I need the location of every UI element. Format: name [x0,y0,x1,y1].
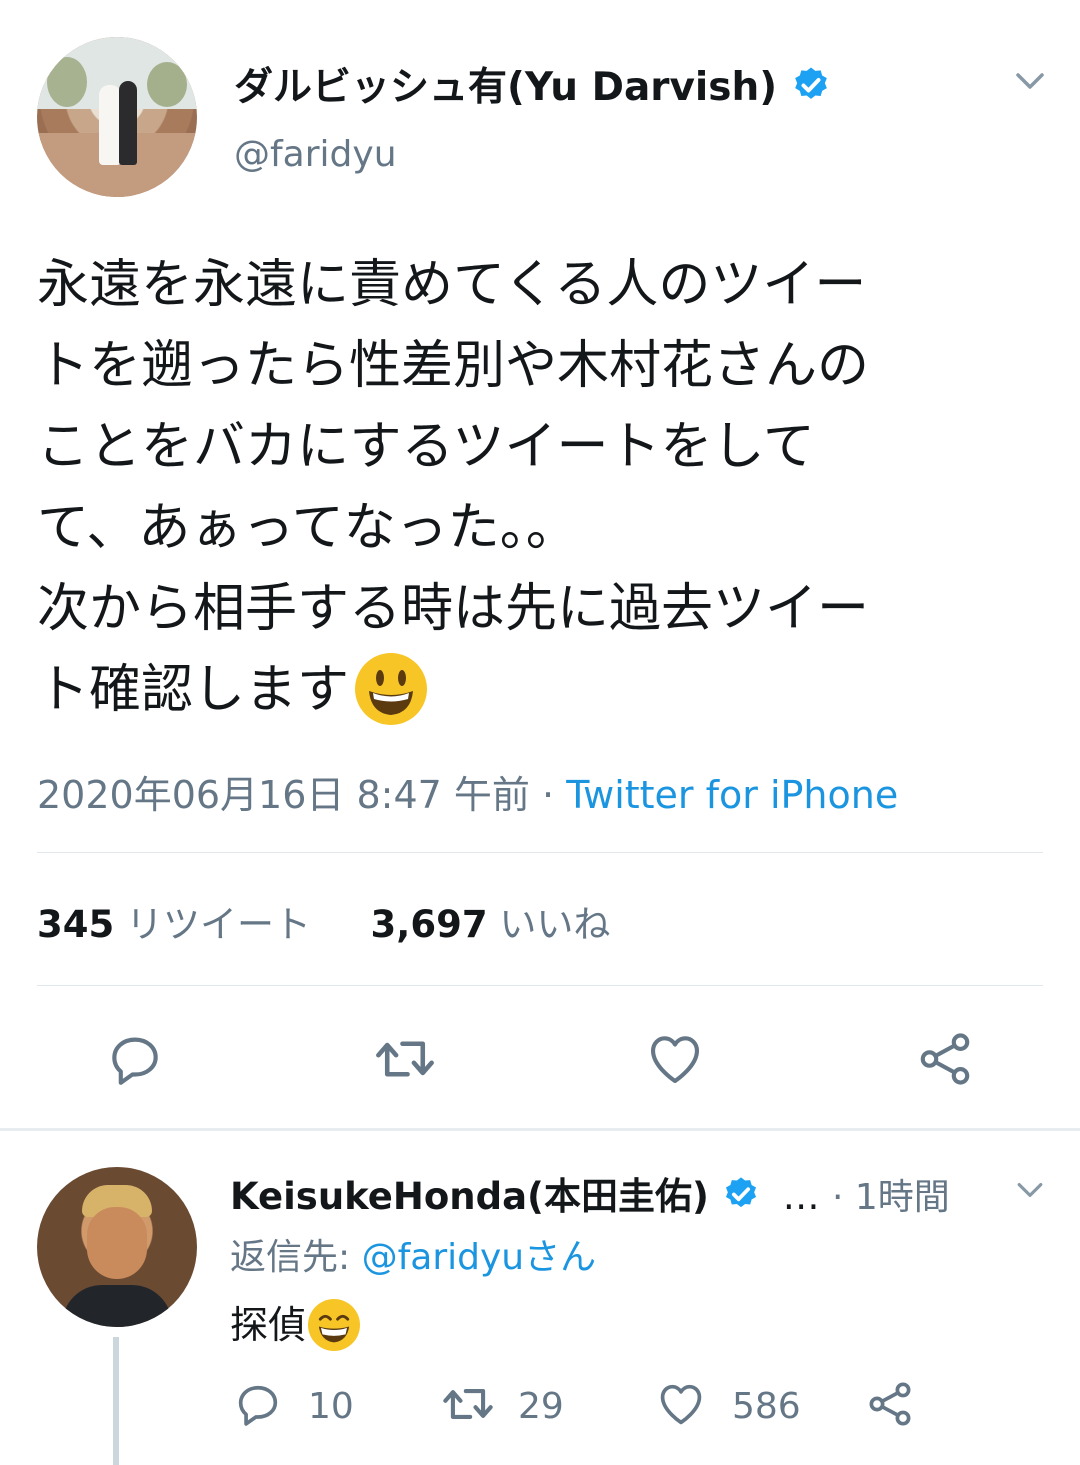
reply-count: 10 [308,1385,354,1427]
author-handle[interactable]: @faridyu [234,134,397,175]
heart-icon[interactable] [644,1028,706,1090]
author-name[interactable]: ダルビッシュ有(Yu Darvish) [234,65,777,110]
tweet-text-line: トを遡ったら性差別や木村花さんの [37,336,870,396]
grin-emoji [308,1298,361,1351]
tweet-text-line: 永遠を永遠に責めてくる人のツイー [37,255,867,315]
retweet-count: 29 [518,1385,564,1427]
reply-time[interactable]: · 1時間 [832,1168,950,1220]
divider [37,985,1043,986]
share-icon[interactable] [914,1028,976,1090]
heart-icon[interactable] [654,1378,708,1434]
like-label: いいね [499,903,611,946]
reply-author-avatar[interactable] [37,1167,197,1327]
tweet-timestamp[interactable]: 2020年06月16日 8:47 午前 [37,773,530,817]
tweet-text: 永遠を永遠に責めてくる人のツイー トを遡ったら性差別や木村花さんの ことをバカに… [37,245,1047,731]
reply-text-content: 探偵 [230,1303,307,1347]
chevron-down-icon[interactable] [1010,64,1050,102]
retweet-stat[interactable]: 345 リツイート [37,903,311,946]
reply-to-prefix: 返信先: [230,1237,351,1278]
like-stat[interactable]: 3,697 いいね [371,903,611,946]
thread-line [113,1337,119,1465]
tweet-text-line: ことをバカにするツイートをして [37,417,815,477]
section-separator [0,1128,1080,1131]
reply-text: 探偵 [230,1294,361,1354]
retweet-icon[interactable] [372,1028,438,1090]
verified-badge-icon [722,1175,760,1222]
tweet-stats: 345 リツイート 3,697 いいね [37,894,610,948]
reply-author-row[interactable]: KeisukeHonda(本田圭佑) … [230,1166,820,1222]
tweet-text-line: て、あぁってなった。。 [37,498,578,558]
author-name-row[interactable]: ダルビッシュ有(Yu Darvish) [234,56,831,115]
divider [37,852,1043,853]
tweet-text-line: 次から相手する時は先に過去ツイー [37,579,870,639]
reply-icon[interactable] [232,1378,284,1434]
like-count: 3,697 [370,903,488,946]
like-action[interactable]: 586 [654,1378,801,1434]
retweet-action[interactable]: 29 [440,1378,564,1434]
tweet-text-segment: ト確認します [37,660,350,720]
reply-icon[interactable] [104,1028,166,1090]
tweet-meta: 2020年06月16日 8:47 午前 · Twitter for iPhone [37,764,898,819]
verified-badge-icon [791,65,831,115]
name-ellipsis: … [782,1175,820,1218]
chevron-down-icon[interactable] [1012,1174,1048,1210]
reply-to-handle[interactable]: @faridyuさん [362,1237,597,1278]
meta-separator: · [542,773,555,817]
share-icon[interactable] [864,1378,916,1434]
tweet-text-line: ト確認します [37,650,1047,731]
retweet-label: リツイート [126,903,311,946]
reply-author-name[interactable]: KeisukeHonda(本田圭佑) [230,1175,709,1218]
retweet-count: 345 [37,903,115,946]
tweet-source-link[interactable]: Twitter for iPhone [566,773,898,817]
like-count: 586 [732,1385,801,1427]
reply-action[interactable]: 10 [232,1378,354,1434]
reply-to-row: 返信先: @faridyuさん [230,1228,596,1280]
author-avatar[interactable] [37,37,197,197]
smiley-emoji [355,653,428,725]
retweet-icon[interactable] [440,1378,496,1434]
